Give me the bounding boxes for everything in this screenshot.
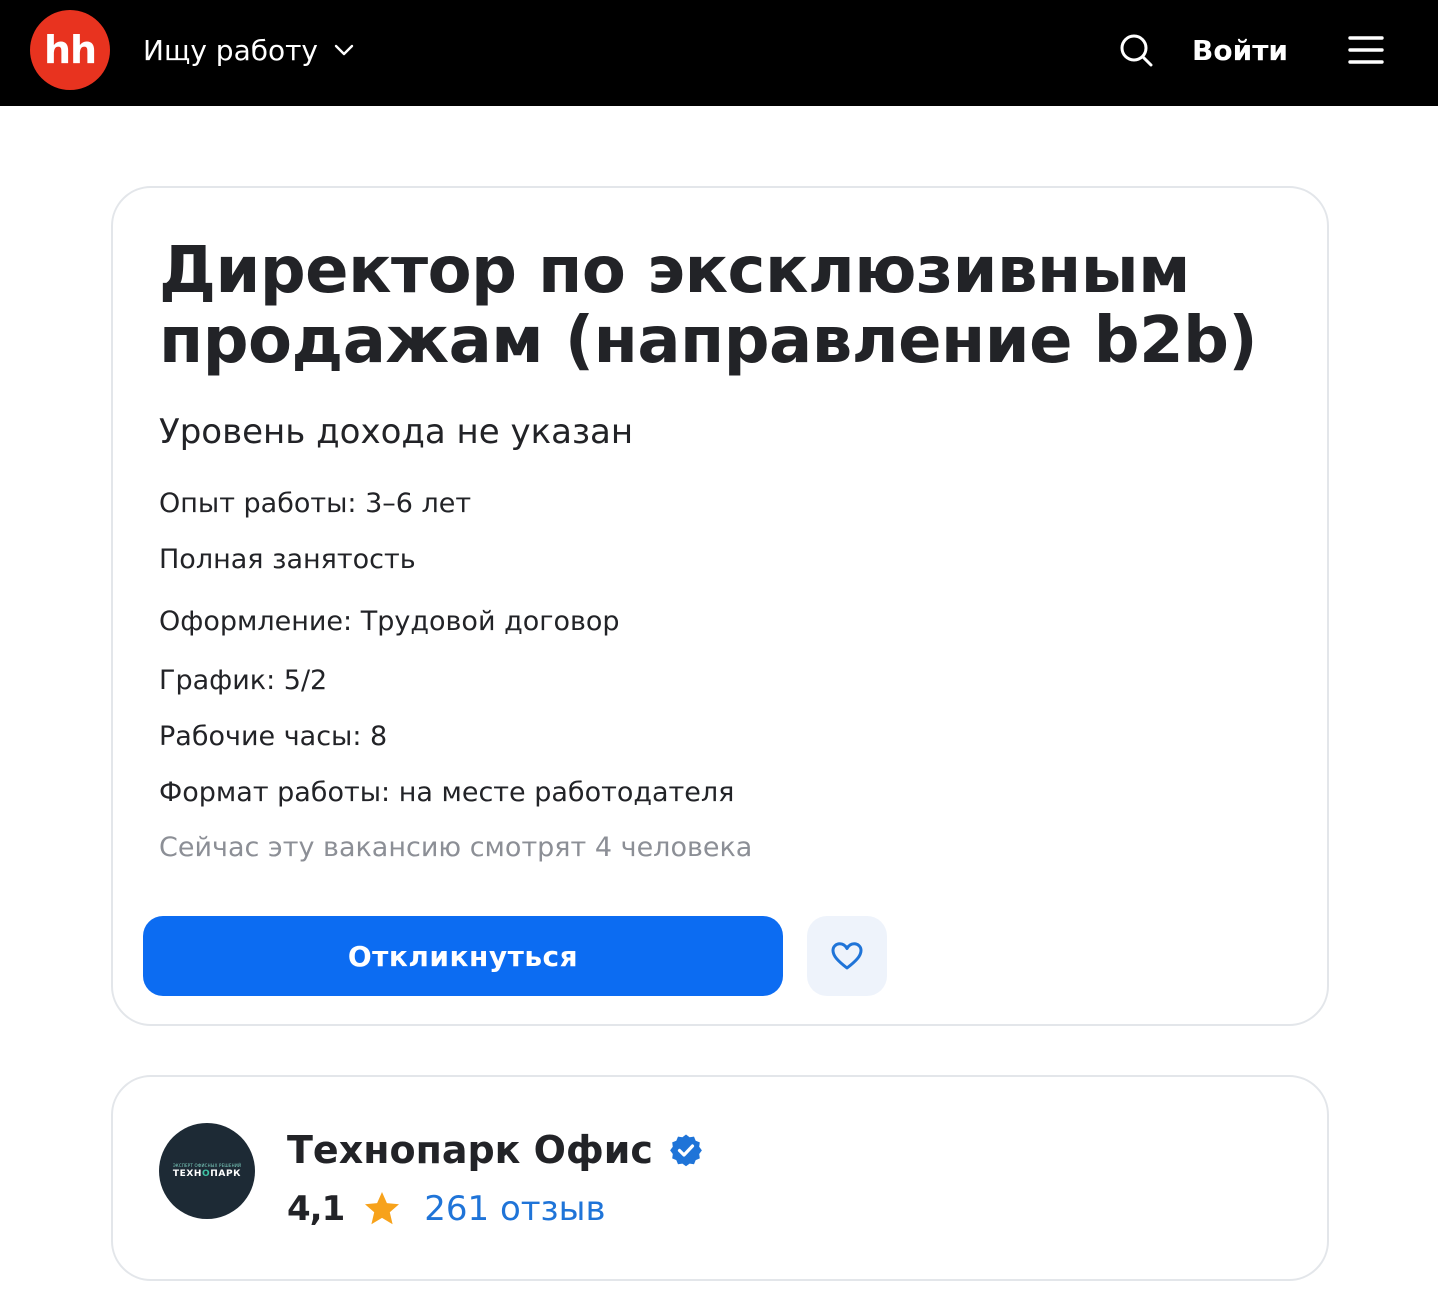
employer-card: ЭКСПЕРТ ОФИСНЫХ РЕШЕНИЙ ТЕХНОПАРК Техноп… xyxy=(111,1075,1329,1281)
logo-brand-left: ТЕХН xyxy=(172,1168,203,1179)
viewers-count-text: Сейчас эту вакансию смотрят 4 человека xyxy=(159,832,753,863)
top-navigation-bar: hh Ищу работу Войти xyxy=(0,0,1438,106)
role-label: Ищу работу xyxy=(143,33,318,67)
employment-type-info: Полная занятость xyxy=(159,544,416,575)
search-button[interactable] xyxy=(1114,28,1158,72)
verified-badge-icon xyxy=(669,1134,702,1167)
vacancy-title: Директор по эксклюзивным продажам (напра… xyxy=(159,234,1258,378)
vacancy-card: Директор по эксклюзивным продажам (напра… xyxy=(111,186,1329,1026)
hh-logo[interactable]: hh xyxy=(30,10,110,90)
employer-name-row: Технопарк Офис xyxy=(287,1127,703,1173)
heart-icon xyxy=(831,942,863,970)
logo-text: hh xyxy=(43,28,97,72)
login-link[interactable]: Войти xyxy=(1192,28,1288,72)
menu-button[interactable] xyxy=(1346,28,1386,72)
employer-logo[interactable]: ЭКСПЕРТ ОФИСНЫХ РЕШЕНИЙ ТЕХНОПАРК xyxy=(159,1123,255,1219)
hamburger-menu-icon xyxy=(1348,36,1384,64)
apply-button[interactable]: Откликнуться xyxy=(143,916,783,996)
salary-info: Уровень дохода не указан xyxy=(159,412,634,452)
star-icon xyxy=(365,1192,400,1225)
rating-value: 4,1 xyxy=(287,1189,345,1229)
search-icon xyxy=(1120,34,1153,67)
favorite-button[interactable] xyxy=(807,916,887,996)
schedule-info: График: 5/2 xyxy=(159,665,328,696)
employer-rating-row: 4,1 261 отзыв xyxy=(287,1187,606,1231)
work-format-info: Формат работы: на месте работодателя xyxy=(159,777,735,808)
contract-info: Оформление: Трудовой договор xyxy=(159,606,620,637)
chevron-down-icon xyxy=(334,44,354,56)
reviews-link[interactable]: 261 отзыв xyxy=(424,1189,605,1229)
role-switch-dropdown[interactable]: Ищу работу xyxy=(143,28,356,72)
employer-name[interactable]: Технопарк Офис xyxy=(287,1127,653,1173)
employer-logo-brand: ТЕХНОПАРК xyxy=(173,1168,241,1180)
working-hours-info: Рабочие часы: 8 xyxy=(159,721,388,752)
experience-info: Опыт работы: 3–6 лет xyxy=(159,488,472,519)
logo-brand-right: ПАРК xyxy=(210,1168,242,1179)
